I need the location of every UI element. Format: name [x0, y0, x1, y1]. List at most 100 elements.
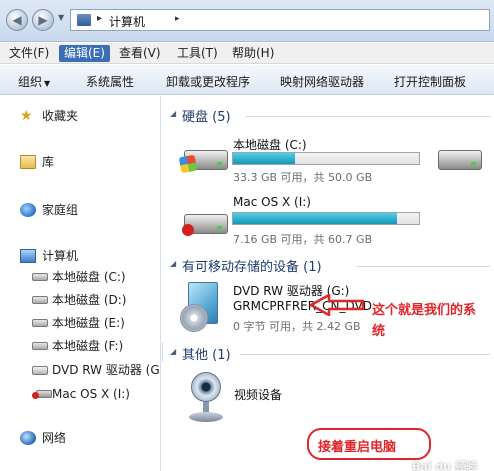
- group-title: 硬盘 (5): [182, 110, 231, 125]
- watermark-logo: Bai du 经验: [412, 460, 477, 471]
- nav-drive-label: 本地磁盘 (F:): [52, 339, 124, 353]
- nav-drive-g[interactable]: DVD RW 驱动器 (G: [0, 360, 160, 380]
- nav-computer-label: 计算机: [42, 249, 79, 263]
- nav-drive-label: 本地磁盘 (D:): [52, 293, 127, 307]
- nav-drive-label: Mac OS X (I:): [52, 387, 130, 401]
- drive-c-usage-fill: [233, 153, 296, 164]
- menu-view[interactable]: 查看(V): [114, 45, 166, 62]
- nav-homegroup-label: 家庭组: [42, 203, 79, 217]
- collapse-triangle-icon[interactable]: ◢: [170, 259, 176, 268]
- drive-i-name[interactable]: Mac OS X (I:): [233, 195, 311, 209]
- annotation-restart: 接着重启电脑: [318, 440, 397, 455]
- windows-logo-icon: [178, 154, 198, 174]
- drive-icon: [32, 319, 48, 327]
- nav-network[interactable]: 网络: [0, 428, 160, 448]
- address-bar[interactable]: ▸ 计算机 ▸: [70, 9, 490, 31]
- webcam-neck: [203, 402, 209, 412]
- drive-icon: [32, 273, 48, 281]
- group-title: 有可移动存储的设备 (1): [182, 260, 322, 275]
- selection-edge: [162, 342, 163, 362]
- nav-favorites[interactable]: ★ 收藏夹: [0, 106, 160, 126]
- nav-drive-label: 本地磁盘 (C:): [52, 270, 126, 284]
- drive-i-usage-bar: [232, 212, 420, 225]
- address-toolbar: ◀ ▶ ▼ ▸ 计算机 ▸: [0, 0, 494, 42]
- nav-drive-c[interactable]: 本地磁盘 (C:): [0, 267, 160, 287]
- menu-tools[interactable]: 工具(T): [172, 45, 223, 62]
- collapse-triangle-icon[interactable]: ◢: [170, 347, 176, 356]
- open-control-panel-button[interactable]: 打开控制面板: [394, 73, 466, 90]
- network-icon: [20, 431, 36, 445]
- drive-c-usage-bar: [232, 152, 420, 165]
- back-arrow-icon: ◀: [12, 13, 22, 27]
- drive-i-free-space: 7.16 GB 可用，共 60.7 GB: [233, 233, 373, 246]
- breadcrumb-computer[interactable]: 计算机: [109, 13, 145, 30]
- history-dropdown-icon[interactable]: ▼: [58, 13, 64, 22]
- navigation-pane: ★ 收藏夹 库 家庭组 计算机 本地磁盘 (C:) 本地磁盘 (D:) 本地磁盘…: [0, 96, 161, 471]
- drive-icon: [32, 296, 48, 304]
- drive-i-large-icon[interactable]: [182, 206, 230, 240]
- annotation-note-continued: 统: [372, 324, 386, 339]
- annotation-note: 这个就是我们的系: [372, 303, 477, 318]
- apple-logo-icon: [182, 224, 194, 236]
- group-divider: [246, 116, 490, 117]
- drive-i-usage-fill: [233, 213, 398, 224]
- nav-computer[interactable]: 计算机: [0, 246, 160, 266]
- nav-libraries-label: 库: [42, 155, 55, 169]
- breadcrumb-chevron-icon[interactable]: ▸: [175, 14, 180, 24]
- dvd-free-space: 0 字节 可用，共 2.42 GB: [233, 320, 361, 333]
- nav-drive-d[interactable]: 本地磁盘 (D:): [0, 290, 160, 310]
- star-icon: ★: [20, 108, 33, 124]
- webcam-lens-icon: [191, 372, 221, 402]
- drive-c-name[interactable]: 本地磁盘 (C:): [233, 136, 307, 153]
- group-title: 其他 (1): [182, 348, 231, 363]
- annotation-arrow-icon: [309, 294, 365, 316]
- forward-button[interactable]: ▶: [32, 9, 54, 31]
- homegroup-icon: [20, 203, 36, 217]
- disc-icon: [180, 304, 208, 332]
- nav-drive-i[interactable]: Mac OS X (I:): [0, 384, 160, 404]
- nav-favorites-label: 收藏夹: [42, 109, 79, 123]
- drive-icon: [32, 342, 48, 350]
- group-header-other[interactable]: ◢ 其他 (1): [168, 344, 288, 363]
- computer-icon: [77, 14, 91, 26]
- computer-icon: [20, 249, 36, 263]
- group-header-hard-disks[interactable]: ◢ 硬盘 (5): [168, 106, 368, 125]
- collapse-triangle-icon[interactable]: ◢: [170, 109, 176, 118]
- dvd-drive-large-icon[interactable]: [180, 282, 222, 334]
- breadcrumb-separator-icon[interactable]: ▸: [97, 13, 102, 24]
- nav-drive-f[interactable]: 本地磁盘 (F:): [0, 336, 160, 356]
- nav-libraries[interactable]: 库: [0, 152, 160, 172]
- mac-drive-icon: [32, 390, 52, 399]
- organize-button[interactable]: 组织 ▼: [18, 73, 50, 90]
- nav-network-label: 网络: [42, 431, 67, 445]
- menu-file[interactable]: 文件(F): [4, 45, 54, 62]
- library-icon: [20, 155, 36, 169]
- drive-c-free-space: 33.3 GB 可用，共 50.0 GB: [233, 171, 373, 184]
- drive-c-large-icon[interactable]: [178, 142, 230, 176]
- group-divider: [240, 354, 490, 355]
- drive-d-large-icon[interactable]: [436, 142, 484, 176]
- content-pane: ◢ 硬盘 (5) 本地磁盘 (C:) 33.3 GB 可用，共 50.0 GB …: [162, 96, 494, 471]
- webcam-base: [189, 412, 223, 422]
- menu-help[interactable]: 帮助(H): [227, 45, 279, 62]
- nav-drive-e[interactable]: 本地磁盘 (E:): [0, 313, 160, 333]
- video-device-name[interactable]: 视频设备: [234, 386, 282, 403]
- map-network-drive-button[interactable]: 映射网络驱动器: [280, 73, 364, 90]
- menu-bar: 文件(F) 编辑(E) 查看(V) 工具(T) 帮助(H): [0, 43, 494, 64]
- nav-homegroup[interactable]: 家庭组: [0, 200, 160, 220]
- back-button[interactable]: ◀: [6, 9, 28, 31]
- hard-disk-icon: [438, 150, 482, 170]
- command-bar: 组织 ▼ 系统属性 卸载或更改程序 映射网络驱动器 打开控制面板: [0, 65, 494, 95]
- group-header-removable[interactable]: ◢ 有可移动存储的设备 (1): [168, 256, 408, 275]
- menu-edit[interactable]: 编辑(E): [59, 45, 110, 62]
- system-properties-button[interactable]: 系统属性: [86, 73, 134, 90]
- forward-arrow-icon: ▶: [38, 13, 48, 27]
- organize-label: 组织: [18, 75, 43, 89]
- organize-dropdown-icon: ▼: [44, 79, 51, 88]
- dvd-drive-icon: [32, 366, 48, 375]
- uninstall-program-button[interactable]: 卸载或更改程序: [166, 73, 250, 90]
- webcam-large-icon[interactable]: [186, 372, 226, 424]
- nav-drive-label: DVD RW 驱动器 (G: [52, 363, 160, 377]
- group-divider: [356, 266, 490, 267]
- nav-drive-label: 本地磁盘 (E:): [52, 316, 125, 330]
